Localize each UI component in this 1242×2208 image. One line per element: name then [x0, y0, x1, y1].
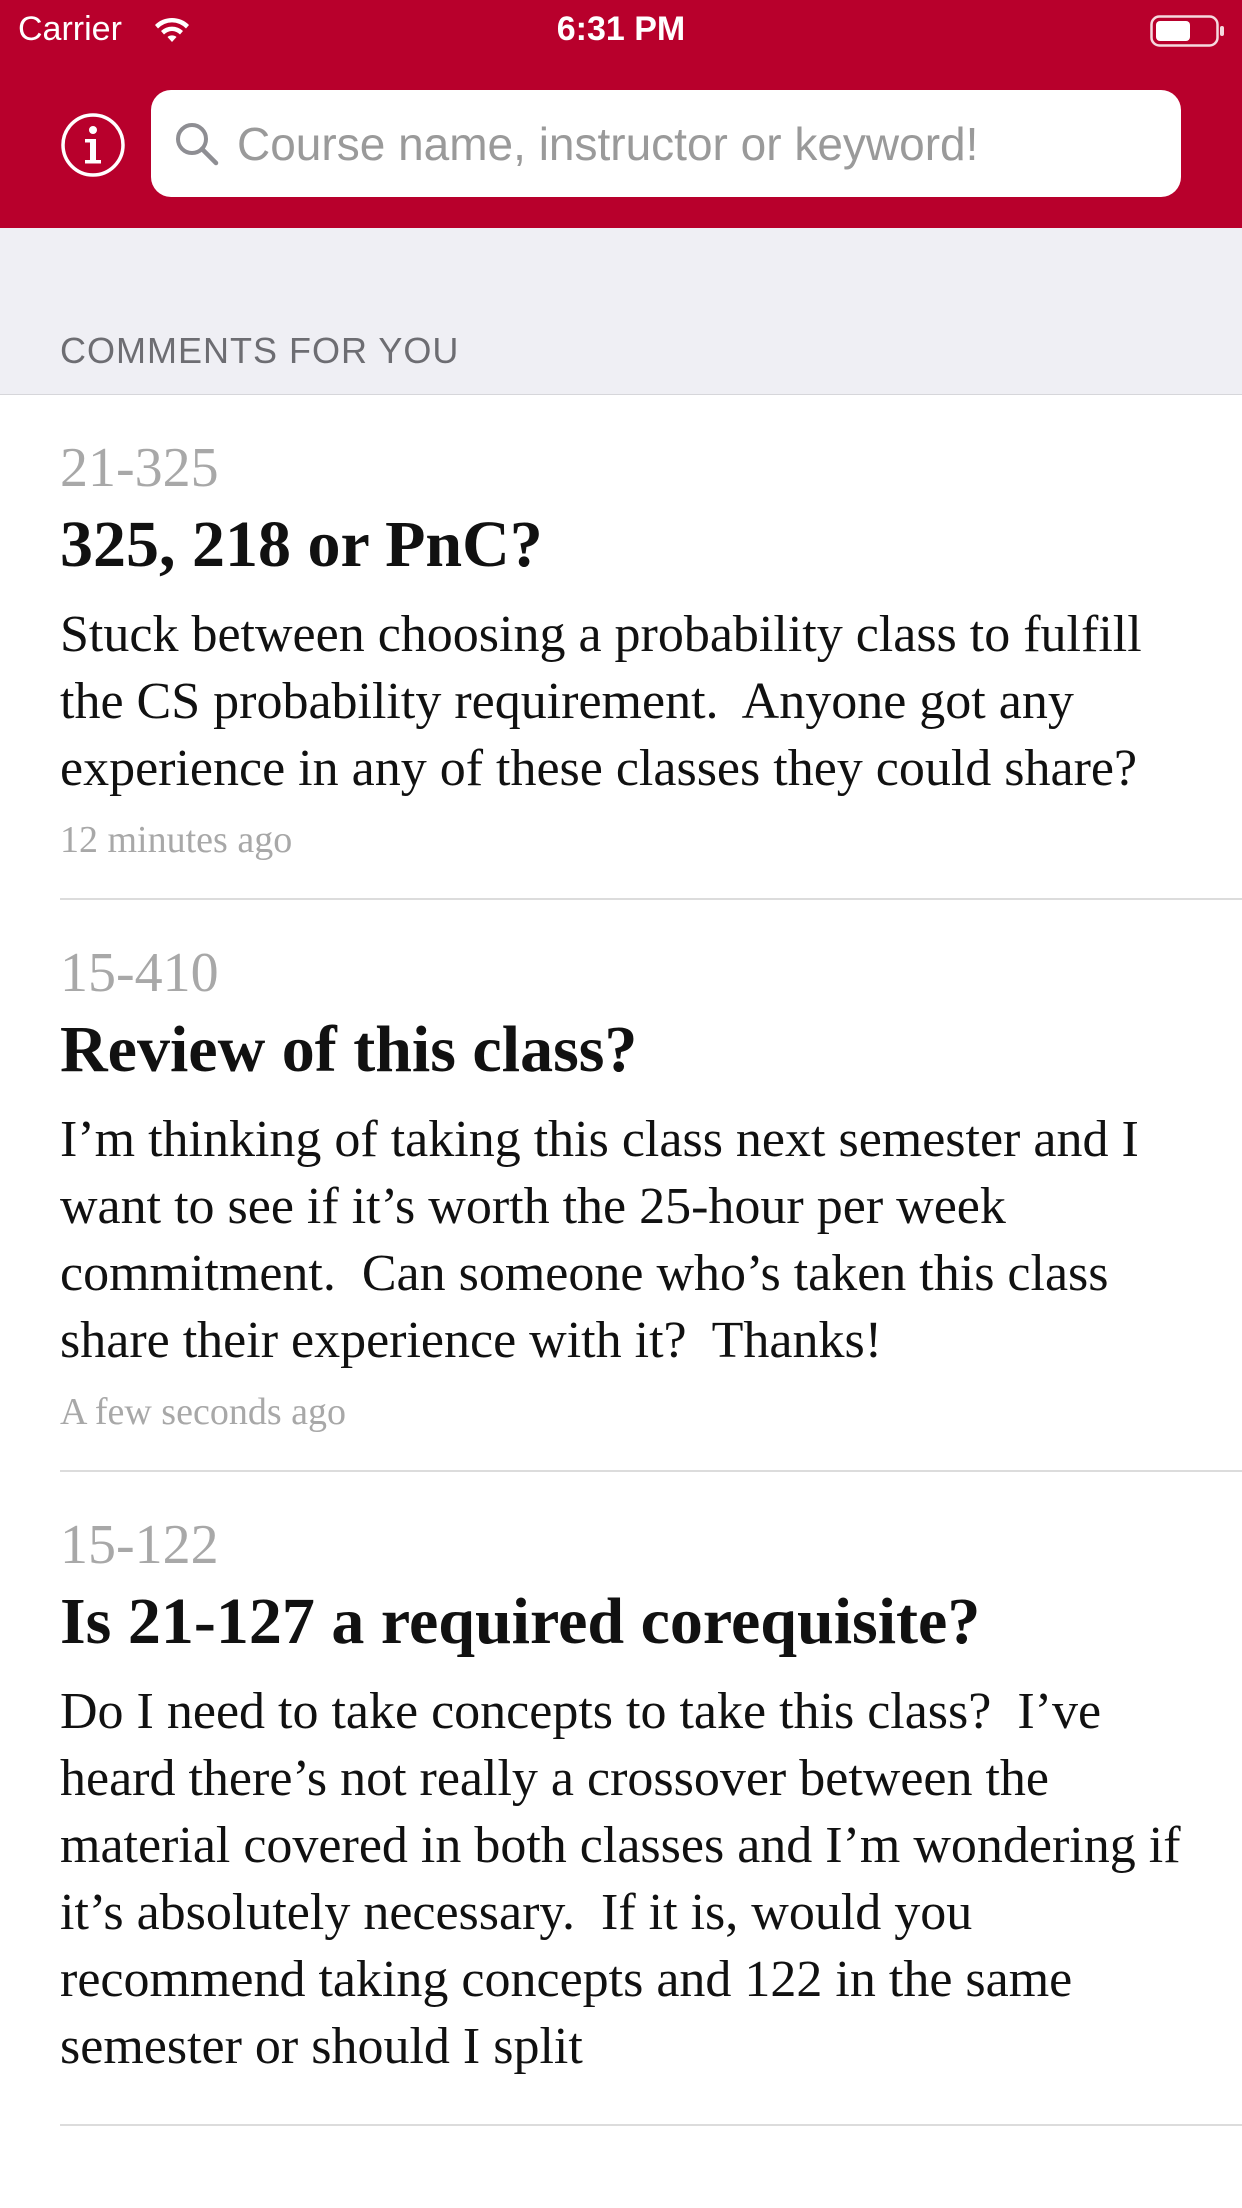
course-number: 15-410 [60, 942, 219, 1004]
comment-body: Do I need to take concepts to take this … [60, 1683, 1194, 2075]
search-bar[interactable] [151, 90, 1181, 197]
info-icon[interactable] [60, 112, 126, 178]
comment-item[interactable]: 15-122 Is 21-127 a required corequisite?… [0, 1472, 1242, 2126]
status-bar: Carrier 6:31 PM [0, 0, 1242, 64]
comment-timestamp: 12 minutes ago [60, 819, 293, 861]
comment-body: I’m thinking of taking this class next s… [60, 1111, 1152, 1369]
comment-timestamp: A few seconds ago [60, 1391, 346, 1433]
course-number: 15-122 [60, 1514, 219, 1576]
battery-icon [1150, 15, 1224, 47]
comment-title: Is 21-127 a required corequisite? [60, 1585, 981, 1658]
comment-body: Stuck between choosing a probability cla… [60, 606, 1155, 797]
comment-title: 325, 218 or PnC? [60, 508, 543, 581]
course-number: 21-325 [60, 437, 219, 499]
search-input[interactable] [237, 90, 1157, 197]
section-header: COMMENTS FOR YOU [0, 228, 1242, 395]
status-time: 6:31 PM [556, 10, 686, 48]
comment-title: Review of this class? [60, 1013, 638, 1086]
search-icon [176, 123, 219, 166]
comment-item[interactable]: 15-410 Review of this class? I’m thinkin… [0, 900, 1242, 1472]
comment-item[interactable]: 21-325 325, 218 or PnC? Stuck between ch… [0, 395, 1242, 900]
comments-list: 21-325 325, 218 or PnC? Stuck between ch… [0, 395, 1242, 2126]
app-header: Carrier 6:31 PM [0, 0, 1242, 228]
section-title: COMMENTS FOR YOU [60, 330, 460, 371]
